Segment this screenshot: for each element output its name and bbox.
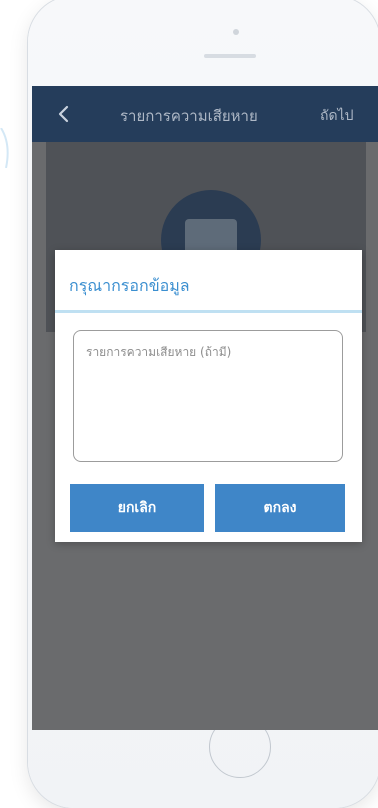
- ok-button[interactable]: ตกลง: [215, 484, 345, 532]
- camera-dot: [233, 29, 239, 35]
- chevron-left-icon: [58, 105, 69, 123]
- app-bar: รายการความเสียหาย ถัดไป: [32, 86, 378, 142]
- left-accent: [0, 127, 14, 169]
- dialog-divider: [55, 310, 362, 313]
- cancel-button[interactable]: ยกเลิก: [70, 484, 204, 532]
- page-title: รายการความเสียหาย: [120, 107, 258, 125]
- input-dialog: กรุณากรอกข้อมูล ยกเลิก ตกลง: [55, 250, 362, 542]
- back-button[interactable]: [50, 100, 78, 128]
- damage-list-input[interactable]: [73, 330, 343, 462]
- dialog-title: กรุณากรอกข้อมูล: [69, 276, 190, 295]
- speaker-line: [204, 54, 256, 58]
- next-button[interactable]: ถัดไป: [320, 105, 354, 127]
